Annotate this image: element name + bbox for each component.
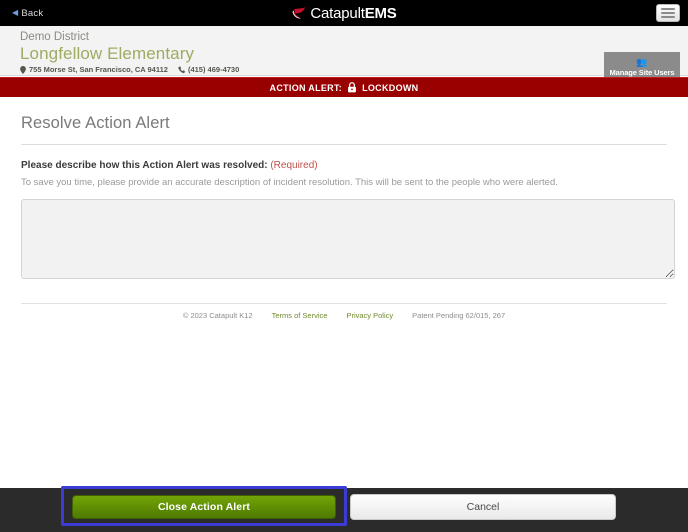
resolution-textarea[interactable] — [21, 199, 675, 279]
hamburger-bar — [661, 8, 675, 10]
school-name: Longfellow Elementary — [20, 44, 195, 63]
brand-text: CatapultEMS — [310, 5, 396, 22]
school-header: Demo District Longfellow Elementary 755 … — [0, 26, 688, 82]
school-contact-info: 755 Morse St, San Francisco, CA 94112 (4… — [20, 65, 239, 74]
brand-text-first: Catapult — [310, 4, 365, 22]
app-root: ◀ Back CatapultEMS Demo District Longfel… — [0, 0, 688, 532]
hamburger-bar — [661, 12, 675, 14]
school-phone: (415) 469-4730 — [178, 65, 239, 74]
page-title: Resolve Action Alert — [21, 114, 170, 132]
back-button[interactable]: ◀ Back — [12, 8, 43, 19]
phone-icon — [178, 66, 185, 73]
resolution-question: Please describe how this Action Alert wa… — [21, 160, 688, 171]
footer-divider — [21, 303, 667, 304]
action-alert-label: ACTION ALERT: — [269, 82, 343, 93]
action-alert-type: LOCKDOWN — [362, 82, 419, 93]
users-icon: 👥 — [636, 56, 648, 67]
location-pin-icon — [20, 65, 26, 74]
footer: © 2023 Catapult K12 Terms of Service Pri… — [0, 311, 688, 320]
school-phone-text: (415) 469-4730 — [187, 65, 240, 74]
terms-of-service-link[interactable]: Terms of Service — [272, 311, 328, 320]
hamburger-bar — [661, 16, 675, 18]
hamburger-menu-icon[interactable] — [656, 4, 680, 22]
main-content: Resolve Action Alert Please describe how… — [0, 97, 688, 320]
patent-text: Patent Pending 62/015, 267 — [412, 311, 506, 320]
lock-icon — [348, 82, 357, 93]
title-divider — [21, 144, 667, 145]
brand-text-second: EMS — [364, 4, 397, 22]
cancel-button[interactable]: Cancel — [350, 494, 616, 520]
top-navigation-bar: ◀ Back CatapultEMS — [0, 0, 688, 26]
brand-logo: CatapultEMS — [0, 0, 688, 26]
privacy-policy-link[interactable]: Privacy Policy — [346, 311, 393, 320]
resolution-help-text: To save you time, please provide an accu… — [21, 177, 558, 188]
manage-site-users-label: Manage Site Users — [609, 67, 675, 77]
action-alert-banner: ACTION ALERT: LOCKDOWN — [0, 77, 688, 97]
back-button-label: Back — [21, 7, 44, 19]
copyright-text: © 2023 Catapult K12 — [182, 311, 253, 320]
school-address-text: 755 Morse St, San Francisco, CA 94112 — [29, 65, 168, 74]
district-name: Demo District — [20, 31, 90, 43]
catapult-flame-icon — [292, 7, 306, 19]
required-tag: (Required) — [270, 160, 318, 171]
resolution-question-text: Please describe how this Action Alert wa… — [21, 160, 268, 171]
back-caret-icon: ◀ — [12, 8, 19, 17]
school-address: 755 Morse St, San Francisco, CA 94112 — [20, 65, 168, 74]
close-action-alert-button[interactable]: Close Action Alert — [72, 495, 336, 519]
